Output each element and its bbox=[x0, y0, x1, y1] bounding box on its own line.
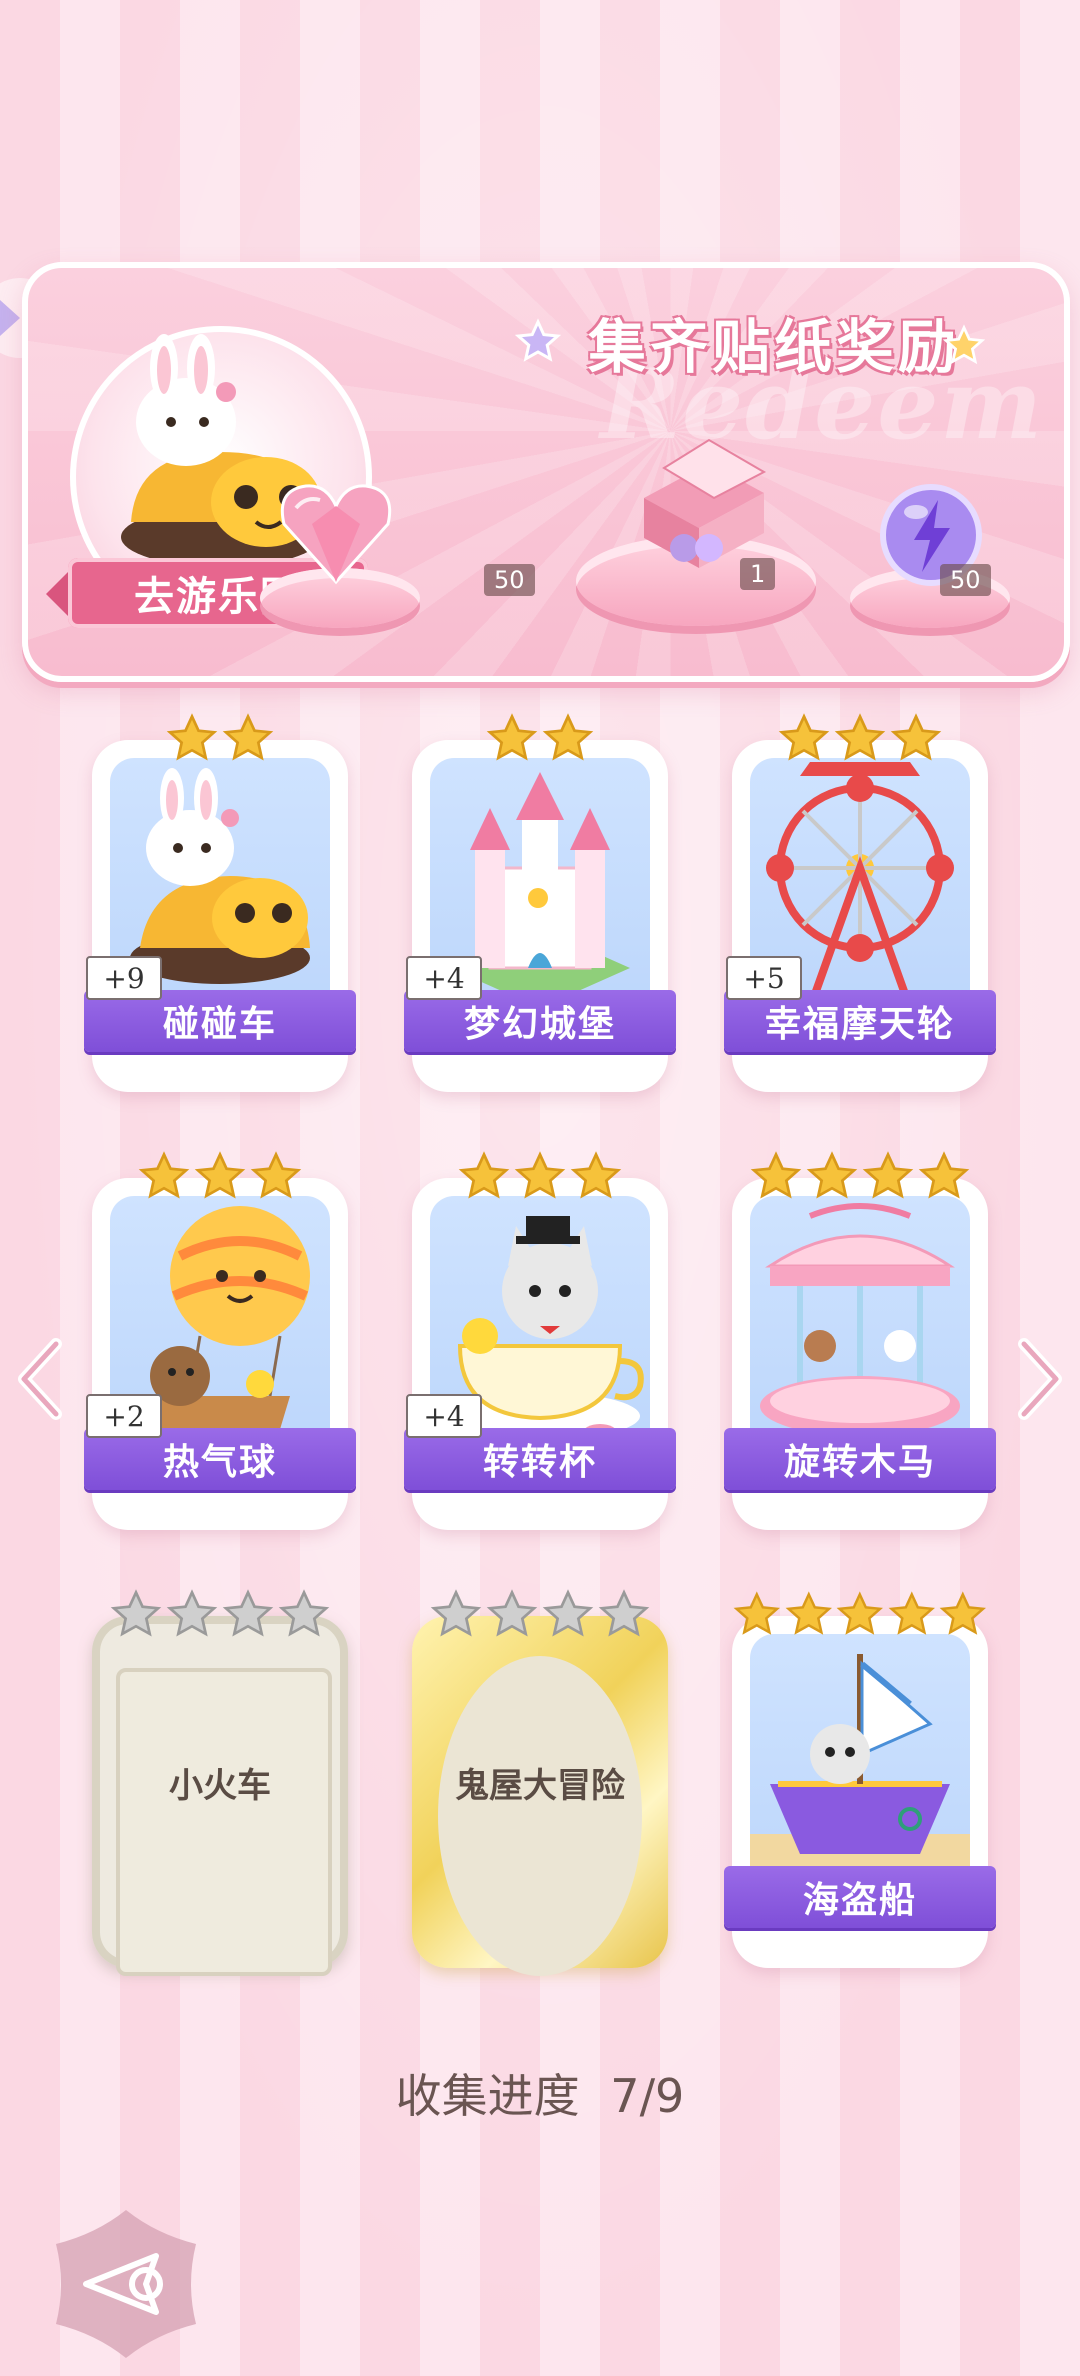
star-icon bbox=[942, 324, 986, 365]
gold-star-icon bbox=[778, 713, 830, 761]
gold-star-icon bbox=[862, 1151, 914, 1199]
star-icon bbox=[514, 318, 562, 362]
grey-star-icon bbox=[110, 1589, 162, 1637]
gold-star-icon bbox=[888, 1591, 935, 1635]
pink-heart-gem-icon bbox=[280, 484, 392, 585]
sticker-card[interactable]: 海盗船 bbox=[724, 1588, 996, 1968]
grey-star-icon bbox=[166, 1589, 218, 1637]
reward-banner: Redeem 集齐贴纸奖励 去游乐园 50 1 50 bbox=[22, 262, 1070, 682]
gold-star-icon bbox=[486, 713, 538, 761]
card-star-rating bbox=[92, 712, 348, 772]
locked-card-oval bbox=[438, 1656, 642, 1976]
sticker-card[interactable]: 热气球 +2 bbox=[84, 1150, 356, 1530]
card-art bbox=[750, 1196, 970, 1458]
sticker-card[interactable]: 小火车 bbox=[92, 1588, 348, 1976]
card-name-label: 海盗船 bbox=[724, 1866, 996, 1928]
sticker-gift-box-icon bbox=[644, 438, 767, 568]
duplicate-count-badge: +4 bbox=[406, 956, 482, 1000]
previous-page-arrow-icon[interactable] bbox=[10, 1334, 70, 1424]
gold-star-icon bbox=[733, 1591, 781, 1635]
reward-count: 50 bbox=[940, 564, 991, 596]
gold-star-icon bbox=[458, 1151, 510, 1199]
card-name-label: 小火车 bbox=[169, 1766, 271, 1806]
sticker-card[interactable]: 旋转木马 bbox=[724, 1150, 996, 1530]
card-star-rating bbox=[92, 1150, 348, 1210]
gold-star-icon bbox=[194, 1151, 246, 1199]
gold-star-icon bbox=[750, 1151, 802, 1199]
gold-star-icon bbox=[250, 1151, 302, 1199]
gold-star-icon bbox=[138, 1151, 190, 1199]
progress-value: 7/9 bbox=[610, 2069, 685, 2123]
banner-title: 集齐贴纸奖励 bbox=[588, 313, 961, 381]
sticker-card[interactable]: 鬼屋大冒险 bbox=[412, 1588, 668, 1976]
gold-star-icon bbox=[542, 713, 594, 761]
duplicate-count-badge: +4 bbox=[406, 1394, 482, 1438]
progress-label: 收集进度 bbox=[395, 2069, 580, 2123]
gold-star-icon bbox=[785, 1591, 832, 1635]
duplicate-count-badge: +9 bbox=[86, 956, 162, 1000]
reward-count: 50 bbox=[484, 564, 535, 596]
card-star-rating bbox=[412, 712, 668, 772]
duplicate-count-badge: +5 bbox=[726, 956, 802, 1000]
collection-progress: 收集进度 7/9 bbox=[0, 2060, 1080, 2126]
sticker-card[interactable]: 碰碰车 +9 bbox=[84, 712, 356, 1092]
gold-star-icon bbox=[806, 1151, 858, 1199]
grey-star-icon bbox=[598, 1589, 650, 1637]
sticker-card[interactable]: 转转杯 +4 bbox=[404, 1150, 676, 1530]
next-page-arrow-icon[interactable] bbox=[1010, 1334, 1070, 1424]
card-star-rating bbox=[732, 1588, 988, 1648]
gold-star-icon bbox=[514, 1151, 566, 1199]
gold-star-icon bbox=[890, 713, 942, 761]
back-button[interactable] bbox=[46, 2204, 206, 2364]
gold-star-icon bbox=[939, 1591, 987, 1635]
grey-star-icon bbox=[542, 1589, 594, 1637]
card-art bbox=[750, 1634, 970, 1896]
duplicate-count-badge: +2 bbox=[86, 1394, 162, 1438]
card-name-label: 旋转木马 bbox=[724, 1428, 996, 1490]
grey-star-icon bbox=[222, 1589, 274, 1637]
card-star-rating bbox=[732, 712, 988, 772]
carousel-icon bbox=[760, 1203, 960, 1436]
gold-star-icon bbox=[836, 1591, 884, 1635]
grey-star-icon bbox=[278, 1589, 330, 1637]
gold-star-icon bbox=[834, 713, 886, 761]
card-name-label: 鬼屋大冒险 bbox=[455, 1766, 625, 1806]
card-star-rating bbox=[412, 1150, 668, 1210]
card-star-rating bbox=[92, 1588, 348, 1648]
card-star-rating bbox=[732, 1150, 988, 1210]
locked-card-inner bbox=[116, 1668, 332, 1976]
reward-count: 1 bbox=[740, 558, 776, 590]
card-star-rating bbox=[412, 1588, 668, 1648]
grey-star-icon bbox=[430, 1589, 482, 1637]
gold-star-icon bbox=[918, 1151, 970, 1199]
sticker-card[interactable]: 幸福摩天轮 +5 bbox=[724, 712, 996, 1092]
sticker-card[interactable]: 梦幻城堡 +4 bbox=[404, 712, 676, 1092]
grey-star-icon bbox=[486, 1589, 538, 1637]
gold-star-icon bbox=[570, 1151, 622, 1199]
pirate-ship-icon bbox=[750, 1654, 970, 1896]
gold-star-icon bbox=[222, 713, 274, 761]
gold-star-icon bbox=[166, 713, 218, 761]
